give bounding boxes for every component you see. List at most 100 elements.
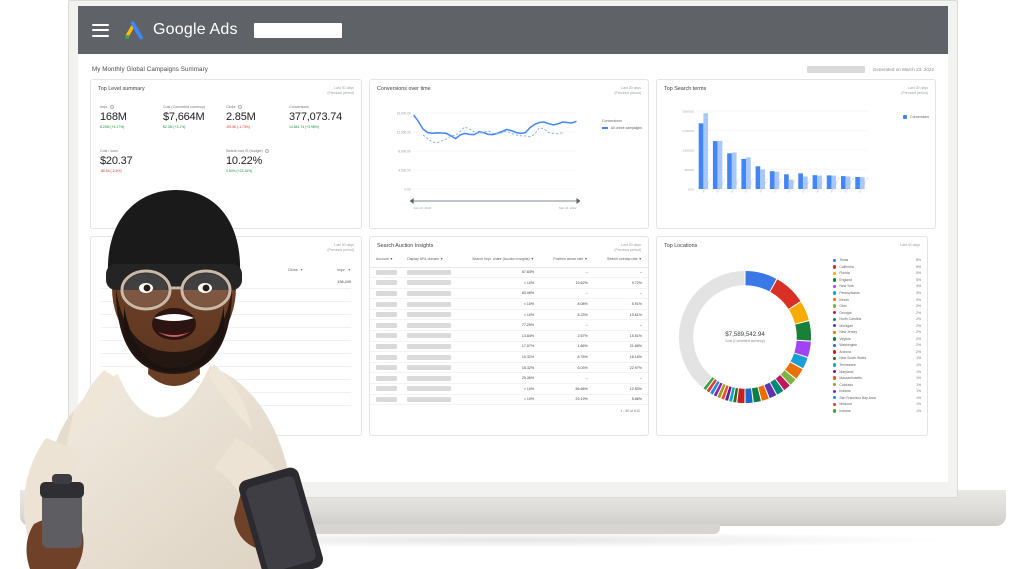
cell-search-overlap-rate: 15.51% [593, 330, 648, 342]
legend-title: Conversions [601, 119, 622, 124]
cell-account [370, 288, 402, 300]
kpi-label: Cost / conv. [100, 149, 222, 153]
legend-label: North Carolina [839, 317, 862, 322]
legend-value: 1% [916, 408, 921, 413]
period-label: Last 30 days [900, 243, 920, 247]
svg-text:2,700.00: 2,700.00 [682, 130, 694, 134]
legend-swatch-icon [833, 284, 837, 289]
cell-impr-share: 83.08% [454, 288, 541, 300]
redacted-bar [376, 312, 398, 318]
cell-position-above-rate: – [540, 319, 594, 332]
kpi-5: Cost / conv. $20.37 -$0.54 (-2.6%) [100, 149, 226, 173]
bar-chart-svg: 0.00900.001,800.002,700.003,600.00search… [682, 110, 869, 194]
bar-chart: 0.00 900.00 1,800.00 2,700.00 3,600.00 search… [657, 97, 935, 215]
table-row[interactable]: 10.32% 8.78% 16.16% [370, 351, 648, 363]
table-row[interactable] [101, 393, 351, 407]
svg-text:12,000.00: 12,000.00 [397, 131, 411, 135]
column-header-impr[interactable]: Impr. ▼ [337, 268, 351, 272]
legend-swatch-icon [833, 330, 837, 334]
column-header-4[interactable]: Position above rate ▼ [540, 254, 594, 268]
redacted-bar [407, 312, 451, 318]
kpi-value: 377,073.74 [289, 111, 343, 124]
pagination-label[interactable]: 1 - 50 of 612 [370, 405, 648, 413]
column-header-3[interactable]: Search Impr. share (Auction Insights) ▼ [454, 254, 541, 268]
table-row[interactable] [101, 367, 351, 381]
kpi-label-text: Impr. [100, 105, 108, 110]
legend-label: Tennessee [839, 363, 856, 368]
table-row[interactable]: < 10% 8.08% 5.91% [370, 298, 648, 310]
table-row[interactable] [101, 315, 351, 329]
info-icon[interactable] [237, 105, 242, 110]
table-row[interactable] [101, 302, 351, 316]
legend-value: 5% [916, 271, 921, 276]
table-row[interactable]: 13.84% 2.67% 15.51% [370, 330, 648, 342]
legend-swatch-icon [833, 337, 837, 341]
table-row[interactable]: 77.25% – – [370, 319, 648, 332]
card-search-auction-insights: Search Auction Insights Last 30 days (Pr… [369, 236, 649, 436]
legend-item[interactable]: Conversions [903, 115, 929, 120]
legend-label: New York [839, 284, 854, 289]
cell-position-above-rate: 29.19% [540, 394, 594, 406]
table-row[interactable]: 57.83% – – [370, 267, 648, 279]
table-row[interactable] [101, 354, 351, 368]
card-title: Search Auction Insights [377, 243, 434, 249]
kpi-label: Clicks [226, 105, 285, 110]
legend-value: 2% [916, 310, 921, 315]
card-title: Top Locations [664, 243, 698, 249]
cell-search-overlap-rate: 12.83% [593, 383, 648, 395]
legend-label: Massachusetts [839, 376, 863, 381]
table-row[interactable]: 25.36% – – [370, 372, 648, 385]
table-row[interactable] [101, 380, 351, 394]
svg-text:16,000.00: 16,000.00 [397, 112, 411, 116]
column-header-1[interactable]: Account ▼ [370, 254, 402, 268]
legend-label: Arizona [839, 349, 851, 354]
cell-domain [401, 341, 455, 353]
legend-item-24[interactable]: Indiana 1% [833, 408, 921, 415]
table-row[interactable]: < 10% 19.62% 9.72% [370, 277, 648, 289]
table-row[interactable] [101, 328, 351, 342]
svg-text:1,800.00: 1,800.00 [682, 149, 694, 153]
column-header-5[interactable]: Search overlap rate ▼ [593, 254, 648, 268]
legend-label: New Jersey [839, 330, 858, 335]
table-row[interactable] [101, 341, 351, 355]
cell-position-above-rate: 6.03% [540, 362, 594, 374]
kpi-label-text: Cost / conv. [100, 149, 119, 154]
cell-search-overlap-rate: – [593, 288, 648, 300]
table-row[interactable]: 17.07% 1.66% 21.68% [370, 341, 648, 353]
kpi-delta: 8.20M (+5.17%) [100, 125, 125, 130]
legend-label: Florida [839, 271, 850, 276]
date-range-control[interactable] [806, 66, 865, 73]
redacted-bar [407, 343, 451, 349]
legend-swatch-icon [903, 115, 908, 120]
table-row[interactable] [101, 289, 351, 303]
column-label: Search Impr. share (Auction Insights) [472, 257, 530, 262]
column-header-2[interactable]: Display URL domain ▼ [401, 254, 455, 268]
table-row[interactable]: < 10% 8.23% 10.61% [370, 309, 648, 321]
cell-domain [401, 267, 455, 279]
legend-item[interactable]: All online campaigns [601, 126, 642, 130]
column-header-clicks[interactable]: Clicks ▼ [288, 268, 303, 272]
sort-caret-icon: ▼ [530, 257, 535, 262]
kpi-6: Search lost IS (budget) 10.22% 0.54% (+23.… [226, 149, 352, 173]
search-input[interactable] [253, 22, 342, 38]
table-row[interactable]: < 10% 55.68% 12.83% [370, 383, 648, 395]
info-icon[interactable] [264, 149, 269, 154]
table-row[interactable]: 83.08% – – [370, 288, 648, 300]
svg-text:Feb 16, 2022: Feb 16, 2022 [414, 206, 432, 210]
cell-domain [401, 351, 455, 363]
table-row[interactable]: 136,240 [101, 276, 351, 290]
legend-value: 8% [916, 258, 921, 263]
line-chart-svg: 0.00 4,000.00 8,000.00 12,000.00 16,000.00 Fe… [397, 112, 581, 210]
screenshot-root: Google Ads My Monthly Global Campaigns S… [0, 0, 1024, 569]
hamburger-menu-icon[interactable] [92, 23, 109, 37]
table-row[interactable]: < 10% 29.19% 5.86% [370, 394, 648, 406]
info-icon[interactable] [110, 105, 114, 110]
legend-swatch-icon [833, 265, 837, 269]
period-label: Last 30 days (Previous period) [327, 86, 354, 95]
redacted-bar [407, 290, 451, 296]
legend-swatch-icon [833, 317, 837, 321]
table-row[interactable]: 18.32% 6.03% 22.97% [370, 362, 648, 374]
cell-position-above-rate: 2.67% [540, 330, 594, 342]
legend-label: California [839, 264, 854, 269]
card-clicks-impressions: Last 30 days (Previous period) Clicks ▼ … [90, 236, 362, 436]
